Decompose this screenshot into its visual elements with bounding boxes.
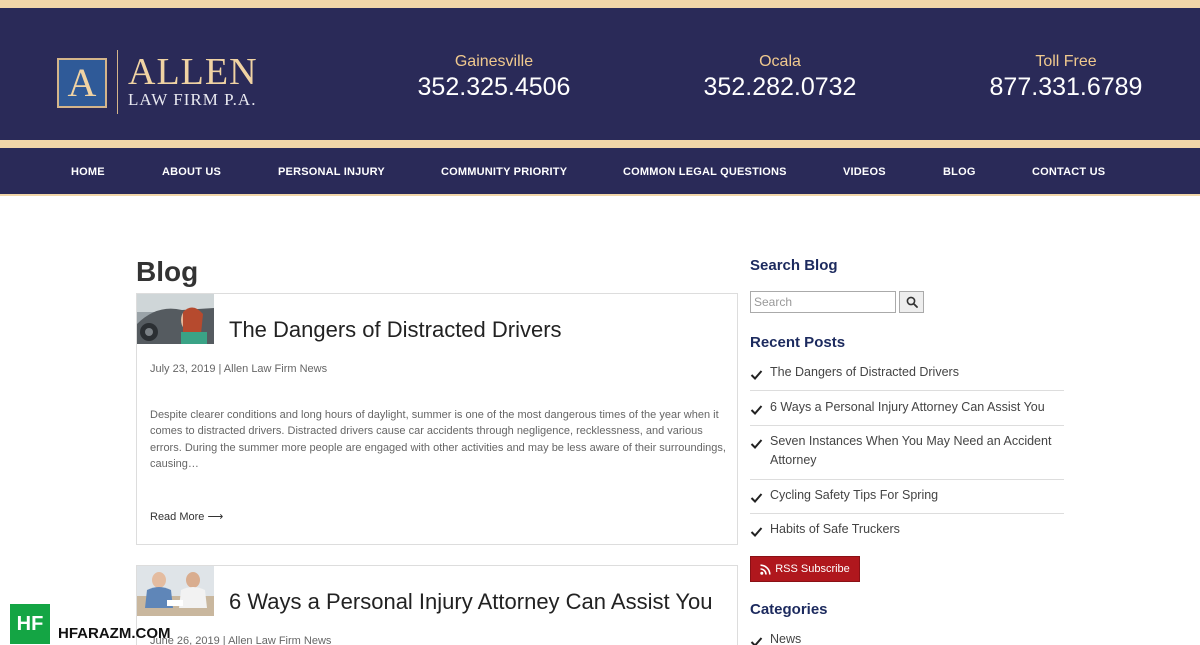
recent-post-link[interactable]: Habits of Safe Truckers: [770, 520, 1064, 539]
phone-number[interactable]: 352.282.0732: [670, 72, 890, 102]
phone-toll-free[interactable]: Toll Free 877.331.6789: [956, 52, 1176, 102]
post-thumbnail[interactable]: [137, 294, 214, 344]
recent-post-item[interactable]: The Dangers of Distracted Drivers: [750, 363, 1064, 391]
nav-common-legal-questions[interactable]: COMMON LEGAL QUESTIONS: [623, 164, 787, 180]
blog-post-card: 6 Ways a Personal Injury Attorney Can As…: [136, 565, 738, 645]
recent-post-item[interactable]: Habits of Safe Truckers: [750, 520, 1064, 546]
blog-post-card: The Dangers of Distracted Drivers July 2…: [136, 293, 738, 545]
recent-post-item[interactable]: Seven Instances When You May Need an Acc…: [750, 432, 1064, 480]
logo-name: ALLEN: [128, 51, 258, 93]
recent-post-link[interactable]: Seven Instances When You May Need an Acc…: [770, 432, 1064, 470]
logo-divider: [117, 50, 118, 114]
read-more-link[interactable]: Read More ⟶: [150, 510, 223, 524]
watermark-badge: HF: [10, 604, 50, 644]
rss-icon: [760, 563, 771, 575]
recent-post-link[interactable]: 6 Ways a Personal Injury Attorney Can As…: [770, 398, 1064, 417]
recent-posts-heading: Recent Posts: [750, 334, 846, 351]
checkmark-icon: [750, 493, 763, 503]
phone-number[interactable]: 877.331.6789: [956, 72, 1176, 102]
nav-videos[interactable]: VIDEOS: [843, 164, 886, 180]
phone-gainesville[interactable]: Gainesville 352.325.4506: [384, 52, 604, 102]
checkmark-icon: [750, 439, 763, 449]
nav-blog[interactable]: BLOG: [943, 164, 976, 180]
watermark: HF HFARAZM.COM: [10, 604, 171, 644]
logo-letter: A: [67, 60, 97, 105]
page-title: Blog: [136, 256, 199, 287]
search-blog-heading: Search Blog: [750, 257, 838, 274]
category-item[interactable]: News: [750, 630, 1064, 645]
phone-label: Ocala: [759, 53, 801, 70]
checkmark-icon: [750, 637, 763, 645]
logo-text: ALLEN LAW FIRM P.A.: [128, 53, 258, 109]
search-input[interactable]: [750, 291, 896, 313]
phone-label: Toll Free: [1035, 53, 1097, 70]
post-title[interactable]: The Dangers of Distracted Drivers: [229, 316, 562, 344]
nav-contact-us[interactable]: CONTACT US: [1032, 164, 1105, 180]
nav-personal-injury[interactable]: PERSONAL INJURY: [278, 164, 385, 180]
nav-home[interactable]: HOME: [71, 164, 105, 180]
recent-post-link[interactable]: The Dangers of Distracted Drivers: [770, 363, 1064, 382]
logo-emblem: A: [57, 58, 107, 108]
phone-ocala[interactable]: Ocala 352.282.0732: [670, 52, 890, 102]
recent-post-item[interactable]: Cycling Safety Tips For Spring: [750, 486, 1064, 514]
post-meta: July 23, 2019 | Allen Law Firm News: [150, 363, 328, 375]
recent-post-item[interactable]: 6 Ways a Personal Injury Attorney Can As…: [750, 398, 1064, 426]
nav-about-us[interactable]: ABOUT US: [162, 164, 221, 180]
checkmark-icon: [750, 370, 763, 380]
checkmark-icon: [750, 405, 763, 415]
checkmark-icon: [750, 527, 763, 537]
post-title[interactable]: 6 Ways a Personal Injury Attorney Can As…: [229, 588, 712, 616]
post-excerpt: Despite clearer conditions and long hour…: [150, 409, 726, 470]
rss-subscribe-button[interactable]: RSS Subscribe: [750, 556, 860, 582]
header-divider-stripe: [0, 140, 1200, 148]
search-button[interactable]: [899, 291, 924, 313]
site-logo[interactable]: A ALLEN LAW FIRM P.A.: [57, 50, 258, 116]
categories-heading: Categories: [750, 601, 828, 618]
recent-post-link[interactable]: Cycling Safety Tips For Spring: [770, 486, 1064, 505]
nav-community-priority[interactable]: COMMUNITY PRIORITY: [441, 164, 567, 180]
post-meta: June 26, 2019 | Allen Law Firm News: [150, 635, 332, 645]
category-link[interactable]: News: [770, 630, 1064, 645]
phone-label: Gainesville: [454, 53, 534, 70]
rss-subscribe-label: RSS Subscribe: [775, 563, 850, 575]
search-icon: [906, 296, 918, 308]
phone-number[interactable]: 352.325.4506: [384, 72, 604, 102]
watermark-text: HFARAZM.COM: [58, 624, 171, 642]
logo-subtitle: LAW FIRM P.A.: [128, 90, 257, 109]
top-stripe: [0, 0, 1200, 8]
